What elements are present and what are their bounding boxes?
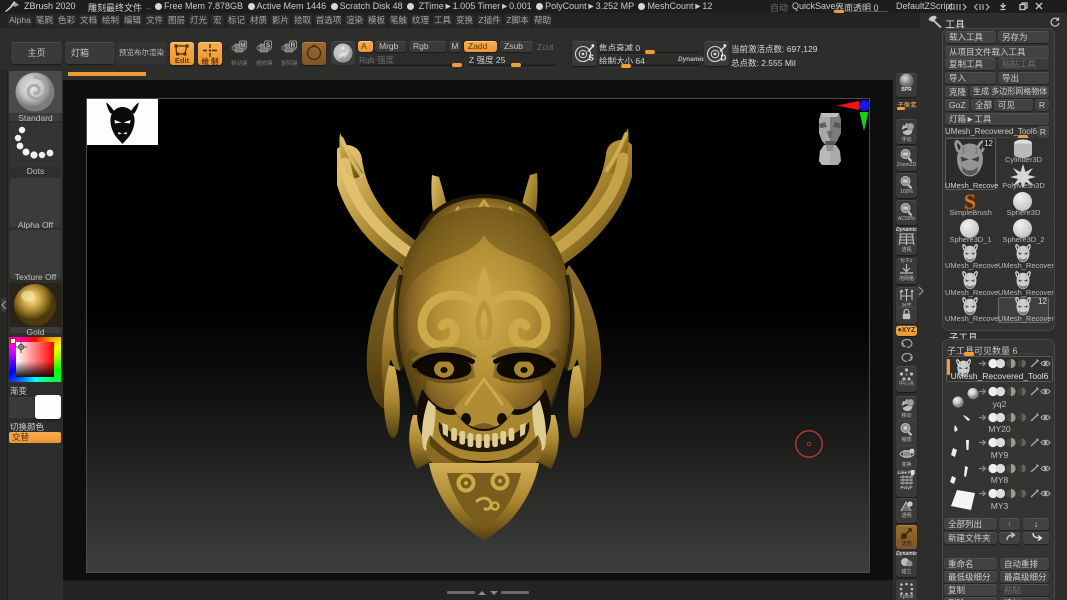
svg-text:M: M: [240, 42, 245, 49]
svg-text:D: D: [721, 54, 727, 63]
svg-text:S: S: [589, 54, 595, 63]
svg-text:R: R: [291, 42, 296, 49]
svg-text:S: S: [266, 42, 271, 49]
